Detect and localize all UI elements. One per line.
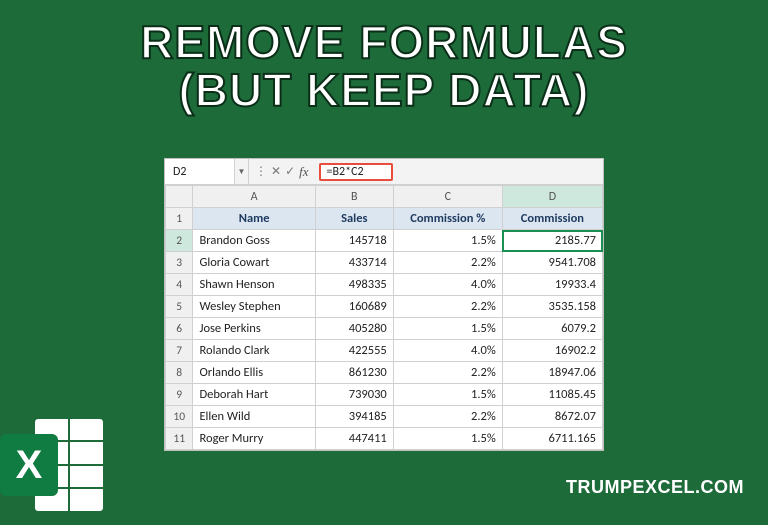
formula-bar-buttons: ⋮ ✕ ✓ fx bbox=[249, 164, 315, 180]
table-row: 9Deborah Hart7390301.5%11085.45 bbox=[166, 384, 603, 406]
svg-text:X: X bbox=[16, 443, 43, 487]
row-header[interactable]: 6 bbox=[166, 318, 193, 340]
row-header[interactable]: 3 bbox=[166, 252, 193, 274]
cell-sales[interactable]: 739030 bbox=[315, 384, 393, 406]
table-row: 7Rolando Clark4225554.0%16902.2 bbox=[166, 340, 603, 362]
formula-bar: D2 ▼ ⋮ ✕ ✓ fx =B2*C2 bbox=[165, 159, 603, 185]
cell-name[interactable]: Ellen Wild bbox=[193, 406, 315, 428]
worksheet-grid: A B C D 1 Name Sales Commission % Commis… bbox=[165, 185, 603, 450]
cell-sales[interactable]: 498335 bbox=[315, 274, 393, 296]
row-header[interactable]: 2 bbox=[166, 230, 193, 252]
cell-commission[interactable]: 6711.165 bbox=[502, 428, 602, 450]
table-row: 5Wesley Stephen1606892.2%3535.158 bbox=[166, 296, 603, 318]
header-name[interactable]: Name bbox=[193, 208, 315, 230]
confirm-icon[interactable]: ✓ bbox=[285, 164, 295, 179]
cell-name[interactable]: Deborah Hart bbox=[193, 384, 315, 406]
table-row: 4Shawn Henson4983354.0%19933.4 bbox=[166, 274, 603, 296]
cell-name[interactable]: Shawn Henson bbox=[193, 274, 315, 296]
row-header[interactable]: 9 bbox=[166, 384, 193, 406]
cell-commission-pct[interactable]: 4.0% bbox=[393, 340, 502, 362]
cell-name[interactable]: Brandon Goss bbox=[193, 230, 315, 252]
cell-commission[interactable]: 8672.07 bbox=[502, 406, 602, 428]
header-sales[interactable]: Sales bbox=[315, 208, 393, 230]
name-box[interactable]: D2 bbox=[165, 159, 235, 184]
dots-icon: ⋮ bbox=[255, 164, 267, 179]
cell-commission-pct[interactable]: 2.2% bbox=[393, 362, 502, 384]
cell-commission-pct[interactable]: 2.2% bbox=[393, 406, 502, 428]
col-header-B[interactable]: B bbox=[315, 186, 393, 208]
cell-commission[interactable]: 11085.45 bbox=[502, 384, 602, 406]
cell-commission[interactable]: 9541.708 bbox=[502, 252, 602, 274]
table-row: 10Ellen Wild3941852.2%8672.07 bbox=[166, 406, 603, 428]
cell-name[interactable]: Wesley Stephen bbox=[193, 296, 315, 318]
cell-commission-pct[interactable]: 2.2% bbox=[393, 252, 502, 274]
table-row: 8Orlando Ellis8612302.2%18947.06 bbox=[166, 362, 603, 384]
cell-sales[interactable]: 422555 bbox=[315, 340, 393, 362]
cell-commission-pct[interactable]: 1.5% bbox=[393, 318, 502, 340]
col-header-A[interactable]: A bbox=[193, 186, 315, 208]
row-header[interactable]: 5 bbox=[166, 296, 193, 318]
cell-commission[interactable]: 18947.06 bbox=[502, 362, 602, 384]
row-header[interactable]: 10 bbox=[166, 406, 193, 428]
cell-name[interactable]: Gloria Cowart bbox=[193, 252, 315, 274]
watermark-text: TRUMPEXCEL.COM bbox=[566, 477, 744, 498]
row-header[interactable]: 8 bbox=[166, 362, 193, 384]
row-header[interactable]: 7 bbox=[166, 340, 193, 362]
excel-logo-icon: X bbox=[0, 410, 114, 520]
select-all-corner[interactable] bbox=[166, 186, 193, 208]
cell-commission[interactable]: 6079.2 bbox=[502, 318, 602, 340]
hero-title: REMOVE FORMULAS (BUT KEEP DATA) bbox=[0, 0, 768, 115]
cell-commission-pct[interactable]: 2.2% bbox=[393, 296, 502, 318]
table-row: 2Brandon Goss1457181.5%2185.77 bbox=[166, 230, 603, 252]
cancel-icon[interactable]: ✕ bbox=[271, 164, 281, 179]
cell-commission-pct[interactable]: 1.5% bbox=[393, 428, 502, 450]
cell-commission-pct[interactable]: 1.5% bbox=[393, 230, 502, 252]
name-box-dropdown-icon[interactable]: ▼ bbox=[235, 159, 249, 184]
cell-name[interactable]: Jose Perkins bbox=[193, 318, 315, 340]
cell-sales[interactable]: 160689 bbox=[315, 296, 393, 318]
table-row: 3Gloria Cowart4337142.2%9541.708 bbox=[166, 252, 603, 274]
cell-commission[interactable]: 2185.77 bbox=[502, 230, 602, 252]
cell-sales[interactable]: 145718 bbox=[315, 230, 393, 252]
cell-sales[interactable]: 394185 bbox=[315, 406, 393, 428]
header-row: 1 Name Sales Commission % Commission bbox=[166, 208, 603, 230]
col-header-D[interactable]: D bbox=[502, 186, 602, 208]
cell-commission[interactable]: 16902.2 bbox=[502, 340, 602, 362]
cell-commission[interactable]: 3535.158 bbox=[502, 296, 602, 318]
header-commission-pct[interactable]: Commission % bbox=[393, 208, 502, 230]
row-header-1[interactable]: 1 bbox=[166, 208, 193, 230]
title-line-1: REMOVE FORMULAS bbox=[0, 18, 768, 66]
cell-commission-pct[interactable]: 1.5% bbox=[393, 384, 502, 406]
table-row: 11Roger Murry4474111.5%6711.165 bbox=[166, 428, 603, 450]
header-commission[interactable]: Commission bbox=[502, 208, 602, 230]
col-header-C[interactable]: C bbox=[393, 186, 502, 208]
cell-name[interactable]: Rolando Clark bbox=[193, 340, 315, 362]
cell-commission[interactable]: 19933.4 bbox=[502, 274, 602, 296]
table-row: 6Jose Perkins4052801.5%6079.2 bbox=[166, 318, 603, 340]
cell-sales[interactable]: 405280 bbox=[315, 318, 393, 340]
row-header[interactable]: 11 bbox=[166, 428, 193, 450]
title-line-2: (BUT KEEP DATA) bbox=[0, 66, 768, 114]
formula-input[interactable]: =B2*C2 bbox=[319, 163, 393, 181]
column-letter-row: A B C D bbox=[166, 186, 603, 208]
cell-sales[interactable]: 433714 bbox=[315, 252, 393, 274]
cell-name[interactable]: Orlando Ellis bbox=[193, 362, 315, 384]
spreadsheet-screenshot: D2 ▼ ⋮ ✕ ✓ fx =B2*C2 A B C D 1 Name Sale… bbox=[164, 158, 604, 451]
cell-name[interactable]: Roger Murry bbox=[193, 428, 315, 450]
cell-sales[interactable]: 447411 bbox=[315, 428, 393, 450]
row-header[interactable]: 4 bbox=[166, 274, 193, 296]
cell-commission-pct[interactable]: 4.0% bbox=[393, 274, 502, 296]
cell-sales[interactable]: 861230 bbox=[315, 362, 393, 384]
fx-icon[interactable]: fx bbox=[299, 164, 308, 180]
